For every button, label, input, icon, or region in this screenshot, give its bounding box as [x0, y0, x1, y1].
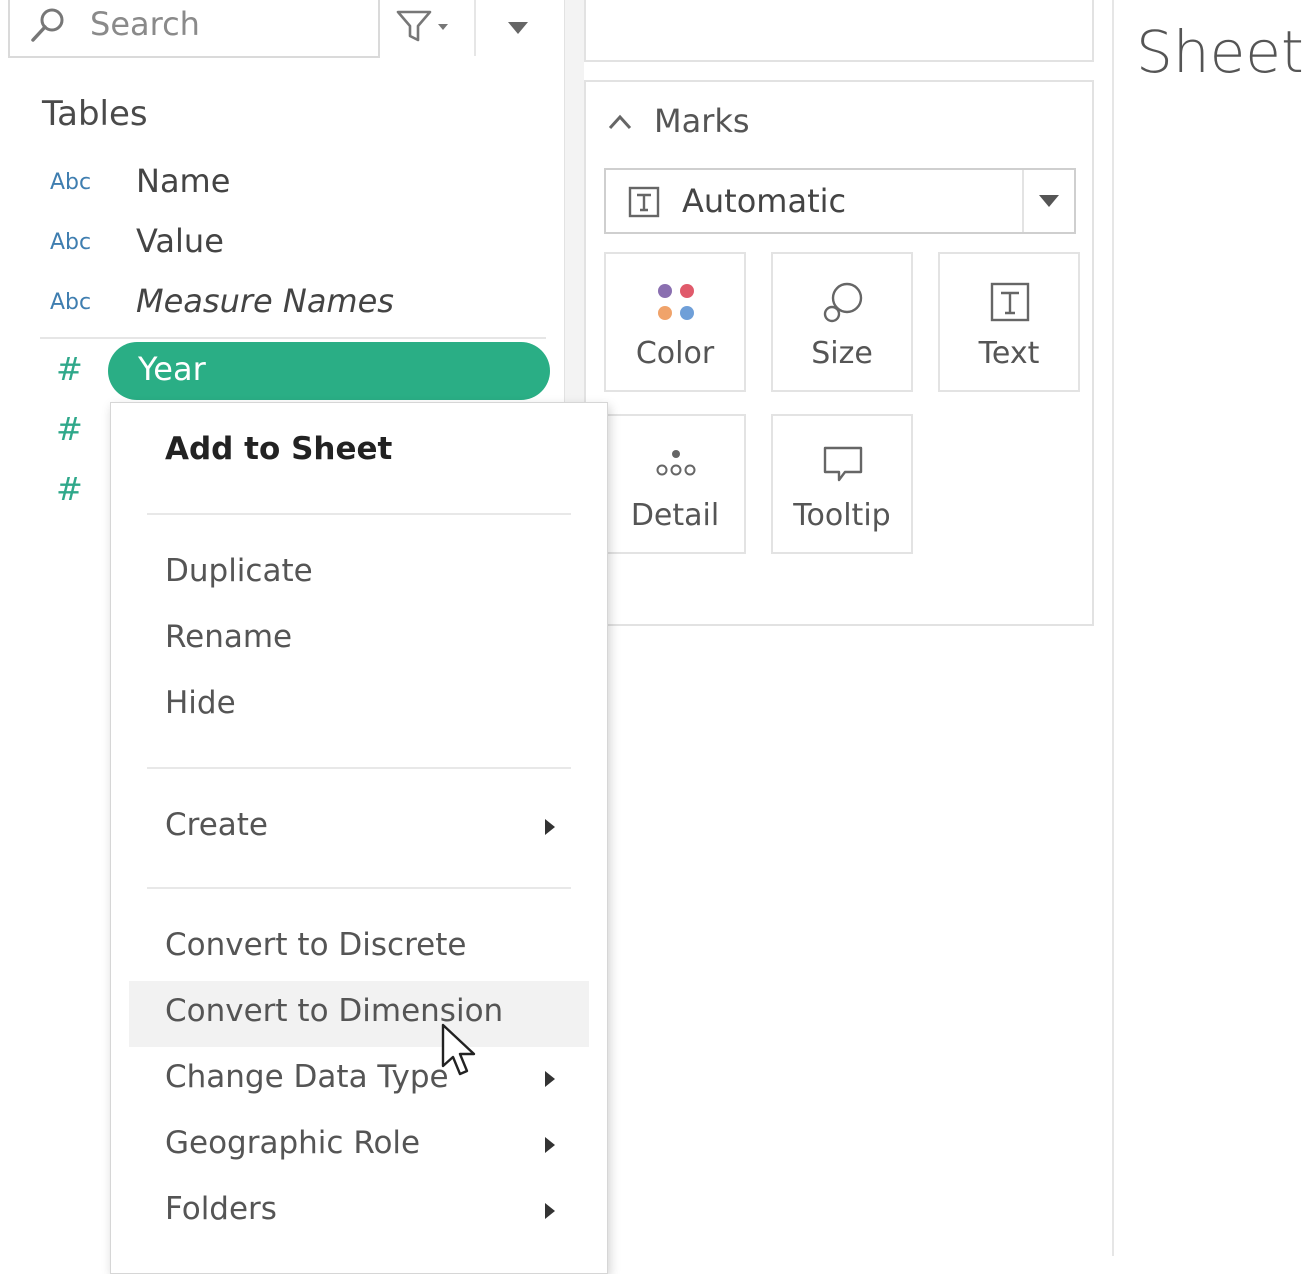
filters-shelf[interactable] — [584, 0, 1094, 62]
field-label: Value — [136, 222, 224, 260]
search-box[interactable] — [8, 0, 380, 58]
field-value[interactable]: Abc Value — [40, 218, 540, 268]
filter-icon[interactable] — [392, 6, 458, 46]
menu-item-label: Hide — [165, 685, 236, 721]
menu-item-duplicate[interactable]: Duplicate — [111, 541, 607, 603]
string-type-icon: Abc — [50, 290, 92, 315]
size-button[interactable]: Size — [771, 252, 913, 392]
menu-item-label: Geographic Role — [165, 1125, 421, 1161]
button-label: Detail — [630, 498, 720, 533]
toolbar-divider — [474, 0, 476, 56]
menu-divider — [147, 767, 571, 769]
marks-card: Marks Automatic Color Size Text Detail T… — [584, 80, 1094, 626]
sheet-divider — [1112, 0, 1114, 1256]
menu-item-label: Change Data Type — [165, 1059, 449, 1095]
dropdown-divider — [1022, 170, 1024, 232]
text-mark-icon — [628, 186, 660, 218]
text-button[interactable]: Text — [938, 252, 1080, 392]
string-type-icon: Abc — [50, 170, 92, 195]
mark-type-value: Automatic — [682, 182, 847, 220]
field-label: Year — [138, 350, 206, 388]
menu-item-label: Convert to Discrete — [165, 927, 467, 963]
menu-item-folders[interactable]: Folders — [111, 1179, 607, 1241]
mouse-cursor-icon — [441, 1023, 476, 1076]
field-label: Measure Names — [136, 282, 394, 320]
tables-heading: Tables — [42, 94, 148, 134]
submenu-arrow-icon — [545, 1071, 555, 1087]
field-label: Name — [136, 162, 231, 200]
mark-type-dropdown[interactable]: Automatic — [604, 168, 1076, 234]
menu-item-label: Duplicate — [165, 553, 313, 589]
menu-item-geographic-role[interactable]: Geographic Role — [111, 1113, 607, 1175]
color-icon — [658, 284, 694, 320]
submenu-arrow-icon — [545, 1137, 555, 1153]
button-label: Size — [811, 336, 873, 371]
context-menu: Add to Sheet Duplicate Rename Hide Creat… — [110, 402, 608, 1274]
chevron-down-icon[interactable] — [498, 8, 538, 44]
menu-item-label: Rename — [165, 619, 293, 655]
number-type-icon: # — [56, 410, 83, 448]
menu-item-label: Folders — [165, 1191, 277, 1227]
menu-item-convert-to-dimension[interactable]: Convert to Dimension — [129, 981, 589, 1047]
button-label: Tooltip — [793, 498, 891, 533]
field-year-pill[interactable]: Year — [108, 342, 550, 400]
button-label: Text — [978, 336, 1040, 371]
number-type-icon: # — [56, 470, 83, 508]
detail-button[interactable]: Detail — [604, 414, 746, 554]
number-type-icon: # — [56, 350, 83, 388]
detail-icon — [656, 450, 696, 476]
color-button[interactable]: Color — [604, 252, 746, 392]
menu-item-create[interactable]: Create — [111, 795, 607, 857]
field-divider — [40, 337, 546, 339]
menu-item-change-data-type[interactable]: Change Data Type — [111, 1047, 607, 1109]
marks-title: Marks — [654, 102, 750, 140]
tooltip-button[interactable]: Tooltip — [771, 414, 913, 554]
field-measure-names[interactable]: Abc Measure Names — [40, 278, 540, 328]
size-icon — [823, 282, 863, 323]
string-type-icon: Abc — [50, 230, 92, 255]
tooltip-icon — [823, 446, 863, 482]
menu-item-convert-to-discrete[interactable]: Convert to Discrete — [111, 915, 607, 977]
button-label: Color — [635, 336, 715, 371]
menu-item-hide[interactable]: Hide — [111, 673, 607, 735]
menu-item-label: Add to Sheet — [165, 431, 393, 467]
menu-divider — [147, 887, 571, 889]
field-name[interactable]: Abc Name — [40, 158, 540, 208]
search-icon — [31, 8, 64, 42]
menu-item-rename[interactable]: Rename — [111, 607, 607, 669]
menu-item-add-to-sheet[interactable]: Add to Sheet — [111, 419, 607, 481]
text-icon — [990, 282, 1030, 322]
sheet-title[interactable]: Sheet — [1136, 18, 1304, 86]
search-input[interactable] — [90, 6, 370, 42]
chevron-down-icon[interactable] — [1038, 192, 1060, 210]
chevron-up-icon[interactable] — [604, 106, 636, 138]
menu-item-label: Create — [165, 807, 269, 843]
submenu-arrow-icon — [545, 1203, 555, 1219]
submenu-arrow-icon — [545, 819, 555, 835]
menu-divider — [147, 513, 571, 515]
